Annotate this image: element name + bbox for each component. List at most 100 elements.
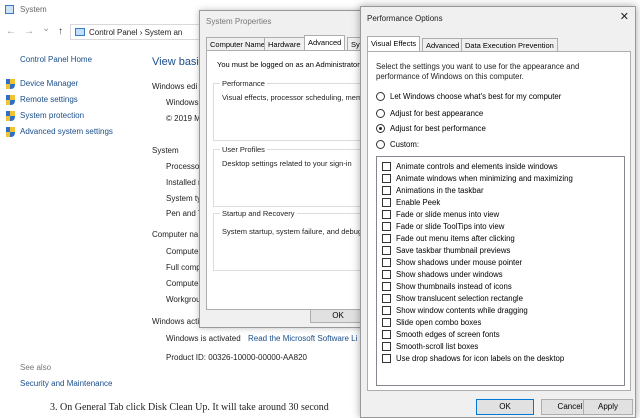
system-app-icon (5, 5, 14, 14)
windows-activation-heading: Windows acti (152, 317, 200, 326)
checkbox-box (382, 198, 391, 207)
system-heading: System (152, 146, 179, 155)
tab-computer-name[interactable]: Computer Name (206, 37, 270, 50)
checkbox-box (382, 342, 391, 351)
performance-options-title: Performance Options (367, 14, 443, 23)
startup-recovery-group-desc: System startup, system failure, and debu… (222, 227, 368, 236)
sidebar-item-label: Remote settings (20, 95, 78, 104)
advanced-tab-panel: You must be logged on as an Administrato… (206, 50, 368, 310)
checkbox-box (382, 294, 391, 303)
installed-ram-label: Installed r (166, 178, 201, 187)
address-bar[interactable]: Control Panel › System an (70, 24, 210, 40)
startup-recovery-group: Startup and Recovery System startup, sys… (213, 209, 368, 271)
checkbox-box (382, 282, 391, 291)
full-computer-name-label: Full comp (166, 263, 201, 272)
windows-edition-value: Windows (166, 98, 199, 107)
recent-dropdown-icon[interactable]: ⌄ (42, 23, 50, 34)
checkbox-label: Smooth-scroll list boxes (396, 342, 479, 351)
performance-options-tabs: Visual Effects Advanced Data Execution P… (367, 36, 627, 52)
intro-line-2: performance of Windows on this computer. (376, 72, 524, 81)
checkbox-label: Fade out menu items after clicking (396, 234, 515, 243)
checkbox-label: Show thumbnails instead of icons (396, 282, 512, 291)
shield-icon (6, 127, 15, 137)
activation-status: Windows is activated (166, 334, 241, 343)
sidebar-item-label: System protection (20, 111, 85, 120)
checkbox-label: Animate controls and elements inside win… (396, 162, 558, 171)
back-arrow-icon[interactable]: ← (6, 26, 16, 37)
tab-advanced[interactable]: Advanced (304, 35, 346, 51)
security-maintenance-link[interactable]: Security and Maintenance (20, 379, 113, 388)
checkbox-box (382, 162, 391, 171)
shield-icon (6, 111, 15, 121)
checkbox-label: Smooth edges of screen fonts (396, 330, 500, 339)
apply-button[interactable]: Apply (583, 399, 633, 415)
performance-group-desc: Visual effects, processor scheduling, me… (222, 93, 367, 102)
visual-effects-list[interactable]: Animate controls and elements inside win… (376, 156, 625, 386)
checkbox-box (382, 330, 391, 339)
address-path: Control Panel › System an (89, 28, 183, 37)
checkbox-box (382, 174, 391, 183)
shield-icon (6, 79, 15, 89)
control-panel-home-link[interactable]: Control Panel Home (20, 55, 92, 64)
checkbox-label: Show shadows under windows (396, 270, 503, 279)
checkbox-label: Show window contents while dragging (396, 306, 528, 315)
pen-touch-label: Pen and T (166, 209, 203, 218)
checkbox-label: Save taskbar thumbnail previews (396, 246, 511, 255)
checkbox-label: Slide open combo boxes (396, 318, 482, 327)
sidebar-item-label: Advanced system settings (20, 127, 113, 136)
system-properties-dialog: System Properties Computer Name Hardware… (199, 10, 369, 328)
tab-advanced[interactable]: Advanced (422, 38, 464, 51)
user-profiles-group-desc: Desktop settings related to your sign-in (222, 159, 352, 168)
checkbox-box (382, 258, 391, 267)
article-instruction-text: 3. On General Tab click Disk Clean Up. I… (50, 402, 329, 413)
checkbox-label: Animations in the taskbar (396, 186, 484, 195)
checkbox-label: Fade or slide menus into view (396, 210, 500, 219)
startup-recovery-group-title: Startup and Recovery (220, 209, 297, 218)
radio-label: Adjust for best performance (390, 124, 486, 133)
checkbox-box (382, 186, 391, 195)
radio-label: Custom: (390, 140, 420, 149)
tab-data-execution-prevention[interactable]: Data Execution Prevention (461, 38, 558, 51)
radio-indicator (376, 92, 385, 101)
intro-line-1: Select the settings you want to use for … (376, 62, 580, 71)
performance-options-dialog: Performance Options ✕ Visual Effects Adv… (360, 6, 636, 418)
shield-icon (6, 95, 15, 105)
radio-indicator-selected (376, 124, 385, 133)
user-profiles-group-title: User Profiles (220, 145, 267, 154)
checkbox-label: Show shadows under mouse pointer (396, 258, 523, 267)
radio-indicator (376, 140, 385, 149)
forward-arrow-icon[interactable]: → (24, 26, 34, 37)
performance-group-title: Performance (220, 79, 267, 88)
computer-description-label: Compute (166, 279, 199, 288)
checkbox-label: Use drop shadows for icon labels on the … (396, 354, 565, 363)
radio-label: Adjust for best appearance (390, 109, 484, 118)
system-properties-ok-button[interactable]: OK (310, 309, 366, 323)
radio-indicator (376, 109, 385, 118)
checkbox-box (382, 306, 391, 315)
product-id: Product ID: 00326-10000-00000-AA820 (166, 353, 307, 362)
sidebar-item-label: Device Manager (20, 79, 79, 88)
system-properties-title: System Properties (206, 17, 272, 26)
system-properties-tabs: Computer Name Hardware Advanced Sys (206, 35, 368, 51)
radio-label: Let Windows choose what's best for my co… (390, 92, 562, 101)
ok-button[interactable]: OK (476, 399, 534, 415)
close-icon[interactable]: ✕ (620, 10, 629, 23)
license-terms-link[interactable]: Read the Microsoft Software Li (248, 334, 357, 343)
computer-name-heading: Computer na (152, 230, 199, 239)
workgroup-label: Workgrou (166, 295, 201, 304)
checkbox-box (382, 318, 391, 327)
tab-hardware[interactable]: Hardware (264, 37, 305, 50)
system-window-title: System (20, 5, 47, 14)
performance-group: Performance Visual effects, processor sc… (213, 79, 368, 141)
see-also-heading: See also (20, 363, 52, 372)
user-profiles-group: User Profiles Desktop settings related t… (213, 145, 368, 207)
system-type-label: System ty (166, 194, 202, 203)
up-arrow-icon[interactable]: ↑ (58, 26, 63, 37)
tab-visual-effects[interactable]: Visual Effects (367, 36, 421, 52)
checkbox-label: Enable Peek (396, 198, 441, 207)
page-title: View basic (152, 56, 205, 68)
checkbox-box (382, 246, 391, 255)
copyright-text: © 2019 M (166, 114, 201, 123)
visual-effects-panel: Select the settings you want to use for … (367, 51, 631, 391)
checkbox-box (382, 222, 391, 231)
